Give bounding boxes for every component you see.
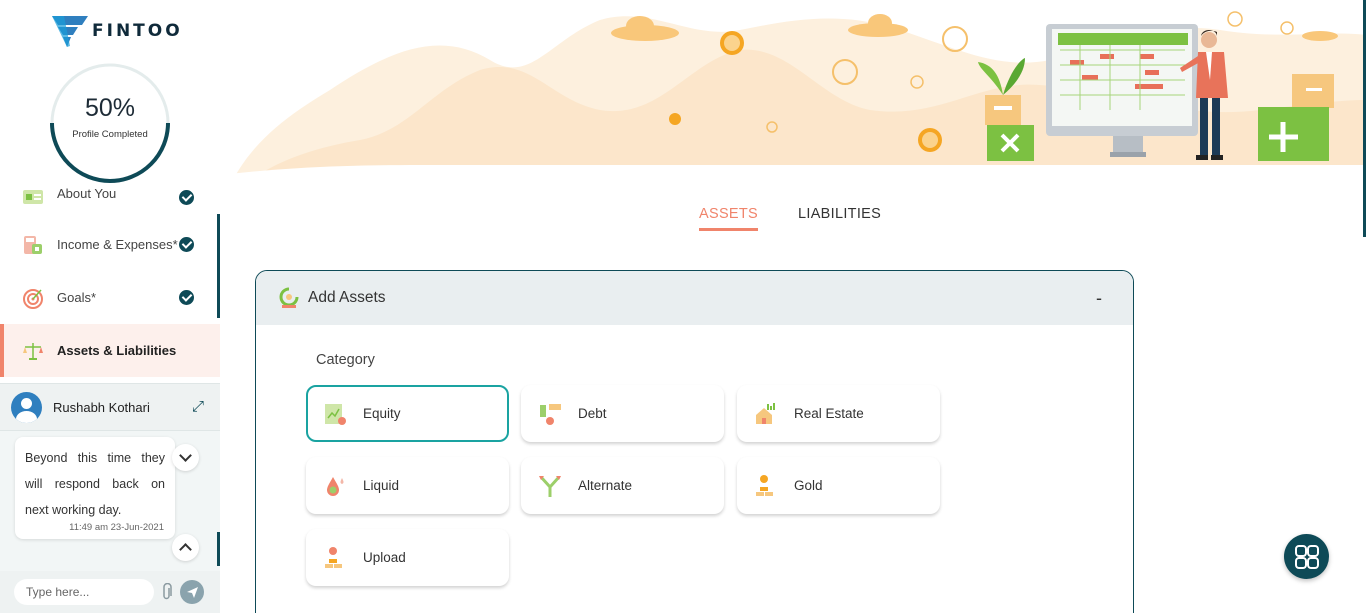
sidebar-item-label: About You bbox=[57, 186, 117, 201]
category-label: Gold bbox=[794, 478, 823, 493]
chat-message-timestamp: 11:49 am 23-Jun-2021 bbox=[69, 522, 164, 533]
category-label: Upload bbox=[363, 550, 406, 565]
header-banner-illustration bbox=[220, 0, 1366, 210]
banner-graphic bbox=[220, 11, 1366, 210]
fintoo-logo[interactable]: FINTOO bbox=[52, 14, 183, 48]
category-label: Real Estate bbox=[794, 406, 864, 421]
debt-icon bbox=[540, 403, 561, 425]
sidebar-nav: About You Income & Expenses* Goals* Asse… bbox=[0, 182, 220, 377]
house-icon bbox=[756, 402, 775, 424]
send-button[interactable] bbox=[180, 580, 204, 604]
profile-completion-percent: 50% bbox=[84, 94, 136, 122]
category-debt[interactable]: Debt bbox=[521, 385, 724, 442]
category-label: Liquid bbox=[363, 478, 400, 493]
calculator-icon bbox=[24, 235, 42, 254]
paperclip-icon[interactable] bbox=[160, 583, 174, 601]
chat-header[interactable]: Rushabh Kothari ⤢ bbox=[0, 383, 220, 431]
page: FINTOO 50% Profile Completed About You I… bbox=[0, 0, 1366, 613]
sidebar-progress-bar bbox=[217, 214, 220, 318]
profile-progress-ring: 50% Profile Completed bbox=[48, 61, 172, 185]
chat-message-text: Beyond this time they will respond back … bbox=[25, 451, 165, 517]
assets-liabilities-tabs: ASSETS LIABILITIES bbox=[699, 206, 881, 231]
collapse-button[interactable]: - bbox=[1079, 288, 1119, 309]
chat-scroll-down-button[interactable] bbox=[172, 444, 199, 471]
tab-liabilities[interactable]: LIABILITIES bbox=[798, 206, 881, 231]
chat-agent-name: Rushabh Kothari bbox=[53, 399, 150, 415]
category-label: Debt bbox=[578, 406, 607, 421]
sidebar-item-goals[interactable]: Goals* bbox=[0, 271, 220, 324]
expand-icon[interactable]: ⤢ bbox=[190, 399, 206, 415]
sidebar-item-assets-liabilities[interactable]: Assets & Liabilities bbox=[0, 324, 220, 377]
chat-scroll-up-button[interactable] bbox=[172, 534, 199, 561]
category-liquid[interactable]: Liquid bbox=[306, 457, 509, 514]
upload-coins-icon bbox=[325, 546, 342, 568]
category-gold[interactable]: Gold bbox=[737, 457, 940, 514]
id-card-icon bbox=[23, 190, 43, 204]
chat-message-input[interactable] bbox=[14, 579, 154, 605]
equity-icon bbox=[325, 403, 346, 425]
category-upload[interactable]: Upload bbox=[306, 529, 509, 586]
menu-grid-button[interactable] bbox=[1284, 534, 1329, 579]
branching-arrows-icon bbox=[539, 475, 561, 497]
completed-check-icon bbox=[179, 237, 194, 252]
fintoo-logo-icon bbox=[52, 16, 88, 47]
chevron-down-icon bbox=[179, 449, 192, 462]
sidebar-item-label: Assets & Liabilities bbox=[57, 343, 177, 358]
add-assets-panel: Add Assets - Category Equity Debt Real E… bbox=[255, 270, 1134, 613]
chevron-up-icon bbox=[179, 543, 192, 556]
category-label: Equity bbox=[363, 406, 401, 421]
send-icon bbox=[186, 586, 198, 598]
sidebar-item-income-expenses[interactable]: Income & Expenses* bbox=[0, 218, 220, 271]
add-assets-header[interactable]: Add Assets - bbox=[256, 271, 1133, 325]
completed-check-icon bbox=[179, 190, 194, 205]
sidebar-item-label: Goals* bbox=[57, 290, 97, 305]
category-alternate[interactable]: Alternate bbox=[521, 457, 724, 514]
sidebar-item-about-you[interactable]: About You bbox=[0, 182, 220, 218]
tab-assets[interactable]: ASSETS bbox=[699, 206, 759, 231]
brand-name: FINTOO bbox=[92, 21, 183, 41]
chat-message-bubble: Beyond this time they will respond back … bbox=[15, 437, 175, 539]
completed-check-icon bbox=[179, 290, 194, 305]
chat-input-row bbox=[0, 571, 220, 613]
category-real-estate[interactable]: Real Estate bbox=[737, 385, 940, 442]
category-label: Alternate bbox=[578, 478, 633, 493]
sidebar: FINTOO 50% Profile Completed About You I… bbox=[0, 0, 220, 613]
add-assets-title: Add Assets bbox=[308, 289, 386, 306]
category-equity[interactable]: Equity bbox=[306, 385, 509, 442]
profile-completion-label: Profile Completed bbox=[72, 129, 148, 140]
target-icon bbox=[23, 288, 43, 309]
gold-bars-icon bbox=[756, 474, 773, 496]
grid-menu-icon bbox=[1294, 544, 1319, 569]
sidebar-item-label: Income & Expenses* bbox=[57, 237, 178, 252]
progress-ring-graphic bbox=[50, 63, 170, 183]
chat-scroll-indicator bbox=[217, 532, 220, 566]
category-heading: Category bbox=[316, 352, 375, 368]
add-assets-icon bbox=[279, 287, 299, 308]
avatar bbox=[11, 391, 42, 423]
balance-scale-icon bbox=[23, 342, 43, 360]
liquid-drop-icon bbox=[327, 476, 344, 496]
